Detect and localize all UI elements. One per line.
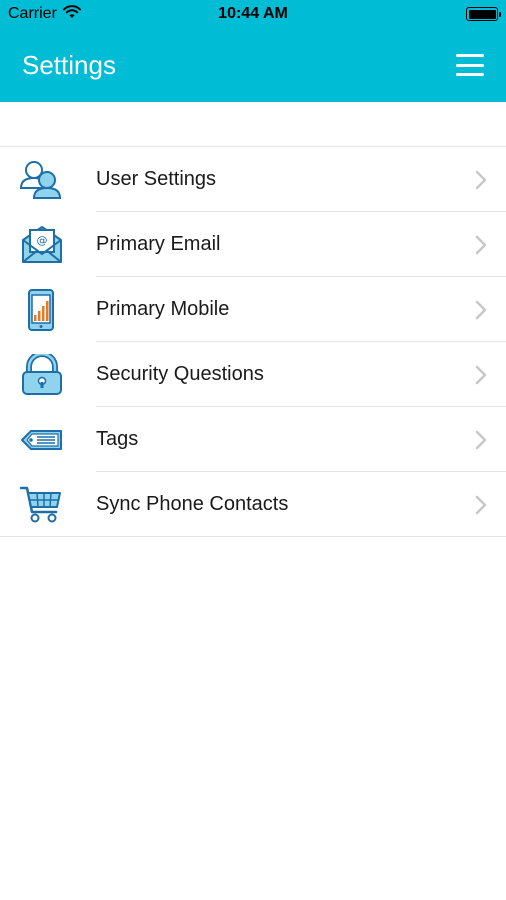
email-envelope-icon: @ [0,212,96,277]
settings-item-tags[interactable]: Tags [0,407,506,472]
shopping-cart-icon [0,472,96,537]
users-icon [0,147,96,212]
settings-item-label: Primary Mobile [96,298,230,320]
chevron-right-icon [456,235,506,255]
padlock-icon [0,342,96,407]
battery-icon [466,7,501,21]
wifi-icon [62,4,81,24]
settings-item-user-settings[interactable]: User Settings [0,147,506,212]
settings-item-label: Security Questions [96,363,264,385]
chevron-right-icon [456,365,506,385]
hamburger-menu-icon[interactable] [456,54,484,76]
chevron-right-icon [456,170,506,190]
carrier-label: Carrier [8,5,57,22]
status-bar: Carrier 10:44 AM [0,0,506,28]
carrier-info: Carrier [8,4,81,24]
settings-item-sync-phone-contacts[interactable]: Sync Phone Contacts [0,472,506,537]
settings-list: User Settings @ Primary Email Primary Mo… [0,146,506,537]
settings-item-label: Primary Email [96,233,221,255]
app-header: Settings [0,28,506,102]
page-title: Settings [22,49,116,80]
tag-icon [0,407,96,472]
settings-item-label: Sync Phone Contacts [96,493,289,515]
settings-item-security-questions[interactable]: Security Questions [0,342,506,407]
settings-item-label: User Settings [96,168,217,190]
settings-item-primary-mobile[interactable]: Primary Mobile [0,277,506,342]
chevron-right-icon [456,495,506,515]
settings-item-primary-email[interactable]: @ Primary Email [0,212,506,277]
mobile-phone-icon [0,277,96,342]
chevron-right-icon [456,300,506,320]
svg-text:@: @ [37,234,48,247]
chevron-right-icon [456,430,506,450]
settings-item-label: Tags [96,428,139,450]
